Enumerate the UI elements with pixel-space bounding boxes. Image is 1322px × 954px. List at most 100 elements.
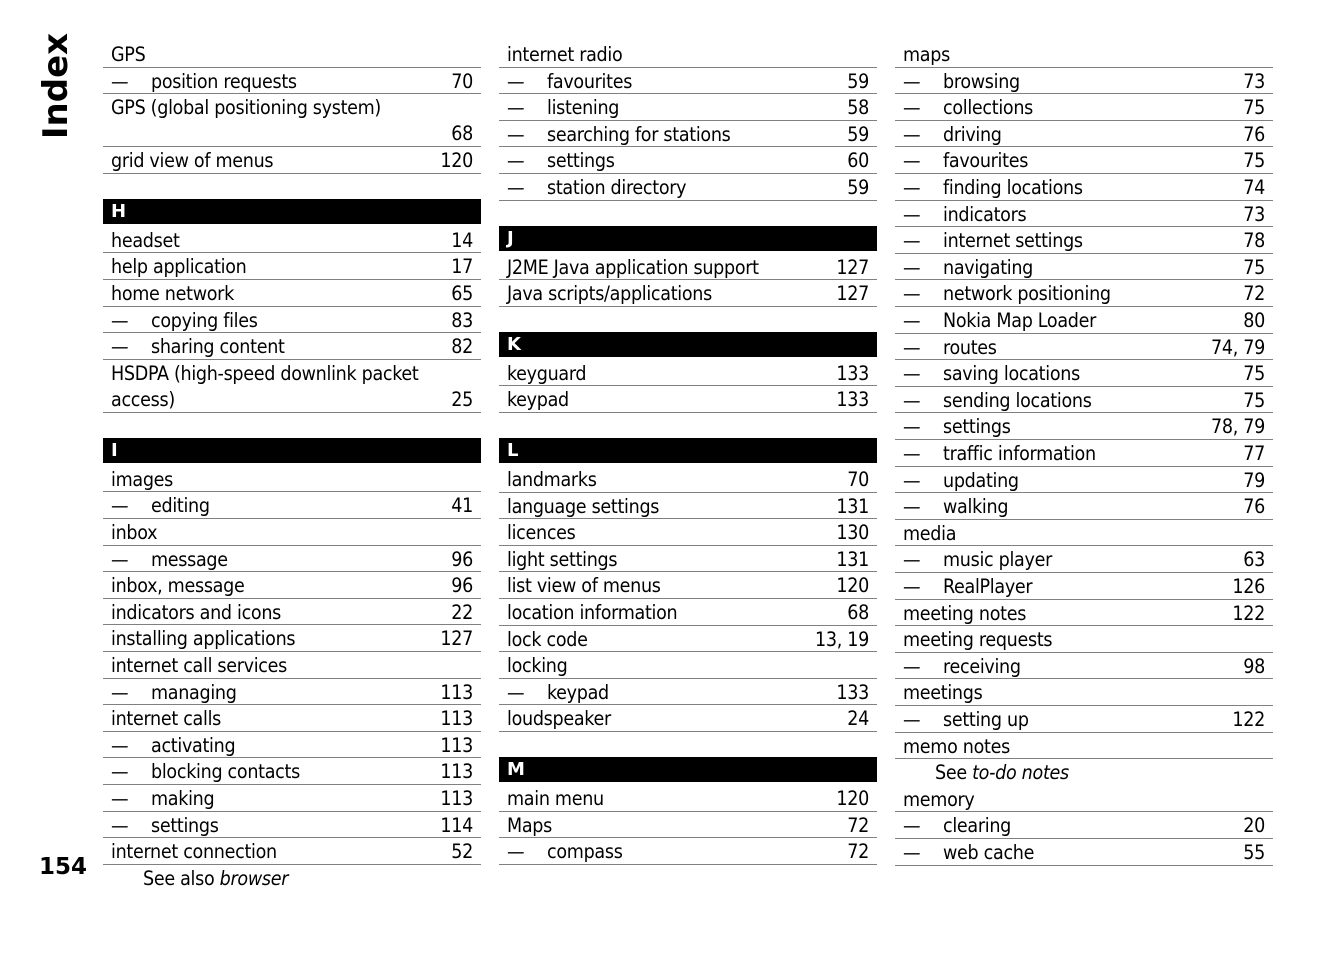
entry-page-ref[interactable]: 78: [1243, 228, 1265, 254]
entry-page-ref[interactable]: 75: [1243, 95, 1265, 121]
entry-page-ref[interactable]: 63: [1243, 547, 1265, 573]
entry-term: driving: [943, 122, 1002, 146]
entry-page-ref[interactable]: 113: [440, 733, 473, 759]
entry-term: sending locations: [943, 388, 1092, 412]
entry-page-ref[interactable]: 59: [847, 175, 869, 201]
entry-term: home network: [111, 282, 234, 305]
entry-page-ref[interactable]: 120: [836, 573, 869, 599]
index-entry: locking: [499, 652, 877, 679]
entry-page-ref[interactable]: 133: [836, 387, 869, 413]
entry-page-ref[interactable]: 52: [451, 839, 473, 865]
entry-page-ref[interactable]: 60: [847, 148, 869, 174]
entry-page-ref[interactable]: 72: [847, 839, 869, 865]
entry-page-ref[interactable]: 127: [836, 255, 869, 281]
index-entry: help application 17: [103, 253, 481, 280]
entry-page-ref[interactable]: 25: [451, 387, 473, 413]
entry-page-ref[interactable]: 72: [847, 813, 869, 839]
see-also-prefix: See also: [143, 866, 220, 890]
entry-page-ref[interactable]: 70: [847, 467, 869, 493]
entry-page-ref[interactable]: 80: [1243, 308, 1265, 334]
entry-page-ref[interactable]: 133: [836, 680, 869, 706]
subentry-dash: —: [903, 708, 921, 731]
entry-page-ref[interactable]: 75: [1243, 388, 1265, 414]
entry-page-ref[interactable]: 120: [836, 786, 869, 812]
entry-page-ref[interactable]: 17: [451, 254, 473, 280]
entry-page-ref[interactable]: 113: [440, 786, 473, 812]
entry-page-ref[interactable]: 75: [1243, 255, 1265, 281]
entry-page-ref[interactable]: 98: [1243, 654, 1265, 680]
entry-term: grid view of menus: [111, 149, 274, 173]
subentry-dash: —: [111, 733, 129, 757]
subentry-dash: —: [507, 840, 525, 864]
entry-page-ref[interactable]: 131: [836, 494, 869, 520]
see-also-target-link[interactable]: to-do notes: [972, 761, 1069, 784]
entry-page-ref[interactable]: 83: [451, 308, 473, 334]
entry-page-ref[interactable]: 133: [836, 361, 869, 387]
subentry-dash: —: [111, 760, 129, 784]
index-entry: memo notes: [895, 733, 1273, 760]
index-subentry: — favourites 75: [895, 147, 1273, 174]
entry-page-ref[interactable]: 70: [451, 69, 473, 95]
entry-term: finding locations: [943, 176, 1083, 199]
index-subentry: — web cache 55: [895, 839, 1273, 866]
entry-page-ref[interactable]: 22: [451, 600, 473, 626]
index-subentry: — copying files 83: [103, 307, 481, 334]
entry-page-ref[interactable]: 74: [1243, 175, 1265, 201]
entry-page-ref[interactable]: 131: [836, 547, 869, 573]
index-subentry: — managing 113: [103, 679, 481, 706]
entry-term: help application: [111, 255, 247, 279]
index-subentry: — driving 76: [895, 121, 1273, 148]
entry-page-ref[interactable]: 14: [451, 228, 473, 254]
entry-term: searching for stations: [547, 122, 731, 146]
entry-page-ref[interactable]: 68: [847, 600, 869, 626]
entry-term: listening: [547, 96, 620, 120]
entry-page-ref[interactable]: 76: [1243, 494, 1265, 520]
entry-page-ref[interactable]: 82: [451, 334, 473, 360]
index-title-text: Index: [36, 32, 76, 140]
entry-page-ref[interactable]: 59: [847, 69, 869, 95]
entry-page-ref[interactable]: 130: [836, 520, 869, 546]
entry-page-ref[interactable]: 122: [1232, 707, 1265, 733]
entry-page-ref[interactable]: 20: [1243, 813, 1265, 839]
entry-term: indicators: [943, 202, 1027, 226]
entry-page-ref[interactable]: 65: [451, 281, 473, 307]
index-entry: home network 65: [103, 280, 481, 307]
index-subentry: — routes 74, 79: [895, 334, 1273, 361]
subentry-dash: —: [903, 255, 921, 279]
see-also-target-link[interactable]: browser: [220, 867, 289, 890]
entry-page-ref[interactable]: 96: [451, 547, 473, 573]
entry-page-ref[interactable]: 24: [847, 706, 869, 732]
entry-page-ref[interactable]: 13, 19: [815, 627, 869, 653]
entry-page-ref[interactable]: 122: [1232, 601, 1265, 627]
entry-page-ref[interactable]: 55: [1243, 840, 1265, 866]
index-entry: internet call services: [103, 652, 481, 679]
entry-page-ref[interactable]: 113: [440, 680, 473, 706]
entry-page-ref[interactable]: 68: [451, 121, 473, 147]
entry-page-ref[interactable]: 72: [1243, 281, 1265, 307]
entry-page-ref[interactable]: 77: [1243, 441, 1265, 467]
entry-page-ref[interactable]: 41: [451, 493, 473, 519]
entry-page-ref[interactable]: 120: [440, 148, 473, 174]
entry-page-ref[interactable]: 78, 79: [1211, 414, 1265, 440]
entry-page-ref[interactable]: 75: [1243, 361, 1265, 387]
entry-page-ref[interactable]: 126: [1232, 574, 1265, 600]
entry-page-ref[interactable]: 73: [1243, 69, 1265, 95]
index-entry: Java scripts/applications 127: [499, 280, 877, 307]
entry-page-ref[interactable]: 114: [440, 813, 473, 839]
entry-page-ref[interactable]: 79: [1243, 468, 1265, 494]
entry-page-ref[interactable]: 75: [1243, 148, 1265, 174]
entry-page-ref[interactable]: 127: [440, 626, 473, 652]
entry-page-ref[interactable]: 59: [847, 122, 869, 148]
index-subentry: — keypad 133: [499, 679, 877, 706]
entry-page-ref[interactable]: 113: [440, 759, 473, 785]
entry-page-ref[interactable]: 127: [836, 281, 869, 307]
entry-page-ref[interactable]: 58: [847, 95, 869, 121]
entry-page-ref[interactable]: 74, 79: [1211, 335, 1265, 361]
entry-page-ref[interactable]: 96: [451, 573, 473, 599]
entry-term: language settings: [507, 494, 660, 518]
section-header-h: H: [103, 198, 481, 224]
entry-page-ref[interactable]: 113: [440, 706, 473, 732]
entry-page-ref[interactable]: 73: [1243, 202, 1265, 228]
entry-page-ref[interactable]: 76: [1243, 122, 1265, 148]
subentry-dash: —: [111, 308, 129, 332]
